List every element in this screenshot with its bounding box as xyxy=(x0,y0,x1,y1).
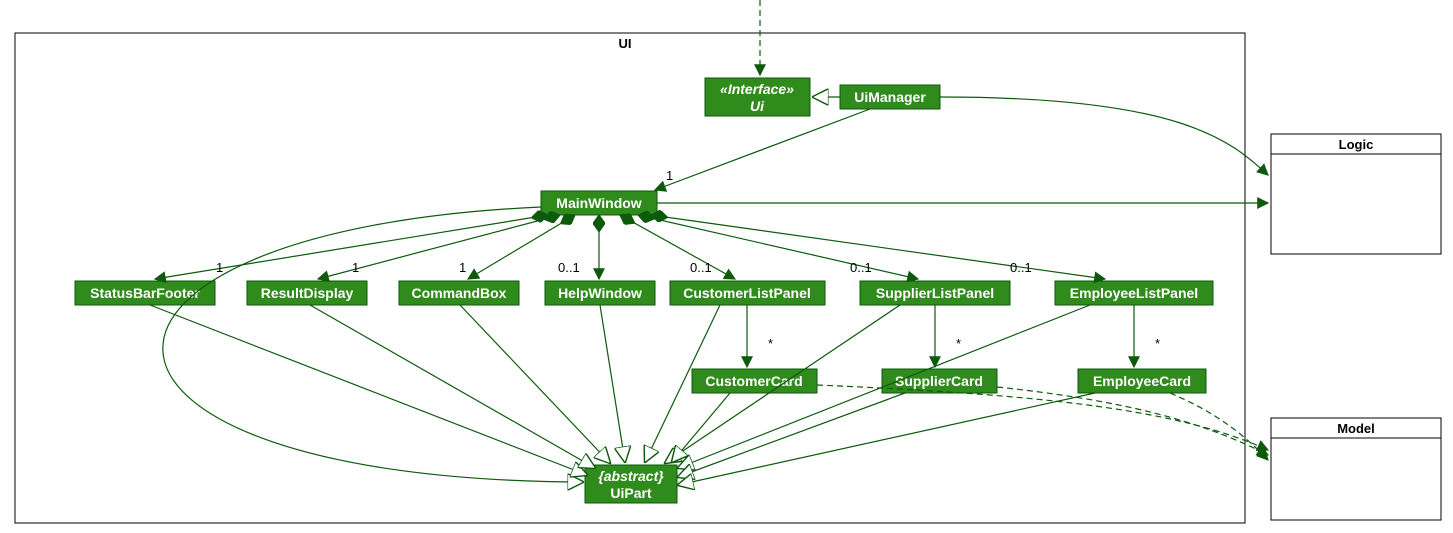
ui-manager-label: UiManager xyxy=(854,89,926,105)
svg-text:1: 1 xyxy=(352,260,359,275)
svg-text:SupplierListPanel: SupplierListPanel xyxy=(876,285,994,301)
assoc-uimanager-logic xyxy=(940,97,1268,175)
mult-mainwindow: 1 xyxy=(666,168,673,183)
class-status-bar-footer: StatusBarFooter xyxy=(75,281,215,305)
package-logic: Logic xyxy=(1271,134,1441,254)
svg-text:ResultDisplay: ResultDisplay xyxy=(261,285,354,301)
logic-label: Logic xyxy=(1339,137,1374,152)
gen-statusbar-uipart xyxy=(150,305,587,475)
class-supplier-list-panel: SupplierListPanel xyxy=(860,281,1010,305)
class-customer-card: CustomerCard xyxy=(692,369,817,393)
gen-customercard-uipart xyxy=(672,393,730,462)
dep-customercard-model xyxy=(817,385,1268,450)
ui-stereotype: «Interface» xyxy=(720,81,794,97)
svg-text:EmployeeCard: EmployeeCard xyxy=(1093,373,1191,389)
dep-suppliercard-model xyxy=(997,387,1268,455)
gen-resultdisplay-uipart xyxy=(310,305,595,468)
assoc-uimanager-mainwindow xyxy=(655,109,870,190)
svg-text:HelpWindow: HelpWindow xyxy=(558,285,642,301)
class-ui-manager: UiManager xyxy=(840,85,940,109)
dep-employeecard-model xyxy=(1170,393,1268,460)
gen-suppliercard-uipart xyxy=(678,393,905,477)
main-window-label: MainWindow xyxy=(556,195,642,211)
gen-commandbox-uipart xyxy=(460,305,610,463)
class-command-box: CommandBox xyxy=(399,281,519,305)
class-ui-interface: «Interface» Ui xyxy=(705,78,810,116)
svg-text:*: * xyxy=(1155,336,1160,351)
svg-text:CustomerCard: CustomerCard xyxy=(705,373,802,389)
svg-text:0..1: 0..1 xyxy=(558,260,580,275)
ui-name: Ui xyxy=(750,98,765,114)
class-employee-list-panel: EmployeeListPanel xyxy=(1055,281,1213,305)
svg-text:1: 1 xyxy=(459,260,466,275)
class-help-window: HelpWindow xyxy=(545,281,655,305)
class-employee-card: EmployeeCard xyxy=(1078,369,1206,393)
gen-helpwindow-uipart xyxy=(600,305,625,462)
svg-text:CustomerListPanel: CustomerListPanel xyxy=(683,285,811,301)
svg-text:0..1: 0..1 xyxy=(690,260,712,275)
svg-text:0..1: 0..1 xyxy=(1010,260,1032,275)
class-customer-list-panel: CustomerListPanel xyxy=(670,281,825,305)
class-main-window: MainWindow xyxy=(541,191,657,215)
package-ui-label: UI xyxy=(619,36,632,51)
svg-text:1: 1 xyxy=(216,260,223,275)
uml-diagram: UI Logic Model «Interface» Ui UiManager … xyxy=(0,0,1453,533)
package-ui-frame xyxy=(15,33,1245,523)
svg-text:*: * xyxy=(768,336,773,351)
svg-text:0..1: 0..1 xyxy=(850,260,872,275)
class-result-display: ResultDisplay xyxy=(247,281,367,305)
svg-text:SupplierCard: SupplierCard xyxy=(895,373,983,389)
svg-text:UiPart: UiPart xyxy=(610,485,652,501)
svg-text:CommandBox: CommandBox xyxy=(412,285,507,301)
svg-text:EmployeeListPanel: EmployeeListPanel xyxy=(1070,285,1198,301)
svg-text:*: * xyxy=(956,336,961,351)
svg-text:StatusBarFooter: StatusBarFooter xyxy=(90,285,200,301)
package-model: Model xyxy=(1271,418,1441,520)
model-label: Model xyxy=(1337,421,1375,436)
svg-text:{abstract}: {abstract} xyxy=(598,468,664,484)
gen-employeecard-uipart xyxy=(678,393,1095,485)
class-ui-part: {abstract} UiPart xyxy=(585,465,677,503)
